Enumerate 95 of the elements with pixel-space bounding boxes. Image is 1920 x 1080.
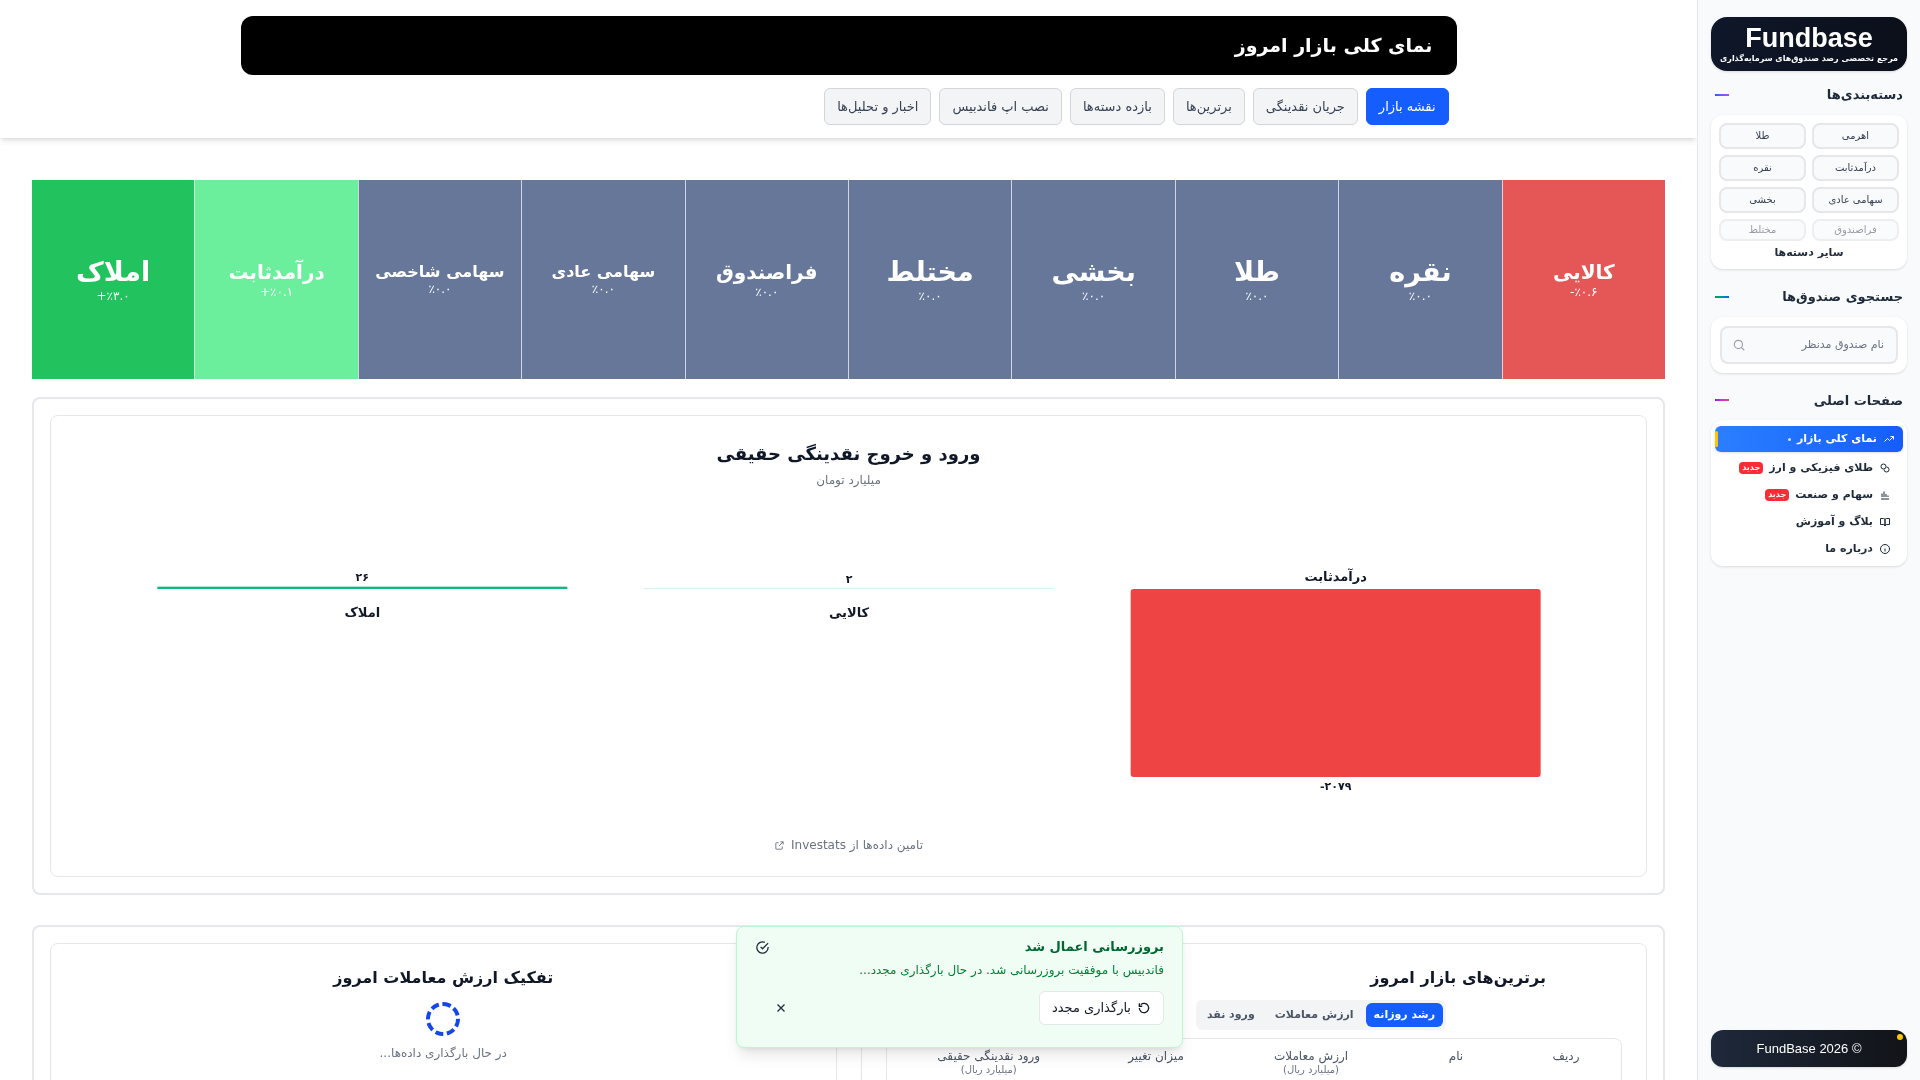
external-link-icon — [774, 839, 786, 851]
column-unit: (میلیارد ریال) — [1283, 1064, 1339, 1077]
column-title: ارزش معاملات — [1273, 1049, 1349, 1064]
tile-name: مختلط — [886, 255, 974, 289]
nav-item[interactable]: طلای فیزیکی و ارز جدید — [1715, 457, 1903, 479]
value-label: -۲۰۷۹ — [1319, 780, 1351, 793]
tile-name: املاک — [76, 255, 151, 289]
tab[interactable]: رشد روزانه — [1365, 1003, 1443, 1027]
loading-spinner-icon — [426, 1002, 461, 1036]
nav-tab[interactable]: بازده دسته‌ها — [1069, 88, 1165, 125]
active-indicator — [1715, 431, 1718, 447]
category-button[interactable]: درآمدثابت — [1812, 154, 1899, 181]
card-title: تفکیک ارزش معاملات امروز — [333, 967, 554, 989]
nav-item[interactable]: درباره ما — [1715, 538, 1903, 560]
coins-icon — [1879, 462, 1891, 474]
tile-name: کالایی — [1552, 259, 1615, 285]
tile-change: ٪۰.۰ — [755, 284, 779, 300]
nav-item[interactable]: بلاگ و آموزش — [1715, 511, 1903, 533]
loading-text: در حال بارگذاری داده‌ها... — [379, 1045, 507, 1062]
market-tile[interactable]: فراصندوق ٪۰.۰ — [684, 180, 848, 379]
reload-icon — [1137, 1000, 1151, 1015]
nav-tab[interactable]: اخبار و تحلیل‌ها — [824, 88, 932, 125]
category-button[interactable]: نقره — [1719, 154, 1806, 181]
toast-title: بروزرسانی اعمال شد — [1023, 938, 1164, 956]
nav-item[interactable]: نمای کلی بازار — [1715, 426, 1903, 452]
tile-change: ٪۰.۰ — [428, 282, 452, 297]
tile-name: درآمدثابت — [228, 259, 325, 285]
market-tile[interactable]: مختلط ٪۰.۰ — [847, 180, 1012, 379]
data-source-link[interactable]: تامین داده‌ها از Investats — [791, 836, 923, 854]
close-icon[interactable] — [775, 1001, 787, 1014]
tile-change: -٪۰.۶ — [1570, 284, 1598, 300]
market-tile[interactable]: نقره ٪۰.۰ — [1338, 180, 1502, 379]
bar-chart-icon — [1879, 489, 1891, 501]
check-circle-icon — [755, 940, 770, 955]
market-tile[interactable]: کالایی -٪۰.۶ — [1501, 180, 1665, 379]
nav-item[interactable]: سهام و صنعت جدید — [1715, 484, 1903, 506]
section-title: جستجوی صندوق‌ها — [1782, 288, 1903, 306]
logo-tagline: مرجع تخصصی رصد صندوق‌های سرمایه‌گذاری — [1719, 53, 1899, 64]
column-header: ردیف — [1551, 1049, 1581, 1065]
tile-change: +٪۰.۱ — [259, 284, 294, 300]
toast-message: فاندبیس با موفقیت بروزرسانی شد. در حال بارگذاری مجدد... — [859, 961, 1164, 979]
tile-name: نقره — [1389, 255, 1452, 289]
category-button[interactable]: اهرمی — [1812, 122, 1899, 149]
value-label: ۲ — [845, 572, 852, 586]
market-tile[interactable]: سهامی عادی ٪۰.۰ — [521, 180, 685, 379]
tab[interactable]: ارزش معاملات — [1266, 1003, 1362, 1027]
column-header: نام — [1447, 1049, 1465, 1065]
nav-tab[interactable]: نصب اپ فاندبیس — [939, 88, 1062, 125]
section-accent — [1715, 399, 1729, 402]
tile-change: ٪۰.۰ — [1082, 288, 1106, 304]
book-icon — [1879, 516, 1891, 528]
tile-name: سهامی شاخصی — [375, 262, 505, 282]
category-button[interactable]: بخشی — [1719, 186, 1806, 213]
market-tile[interactable]: بخشی ٪۰.۰ — [1011, 180, 1175, 379]
tile-name: بخشی — [1051, 255, 1136, 289]
category-label: املاک — [344, 605, 380, 620]
card-title: برترین‌های بازار امروز — [1370, 967, 1546, 989]
market-tile[interactable]: سهامی شاخصی ٪۰.۰ — [357, 180, 522, 379]
search-icon — [1732, 337, 1746, 352]
tile-name: طلا — [1234, 255, 1280, 289]
tile-change: ٪۰.۰ — [1408, 288, 1432, 304]
new-badge: جدید — [1739, 462, 1764, 474]
tab[interactable]: ورود نقد — [1198, 1003, 1263, 1027]
tile-change: +٪۳.۰ — [96, 288, 130, 304]
section-accent — [1715, 93, 1729, 96]
tile-name: سهامی عادی — [551, 262, 656, 282]
value-label: ۲۶ — [355, 570, 369, 584]
section-title: دسته‌بندی‌ها — [1826, 86, 1903, 104]
more-categories-link[interactable]: سایر دسته‌ها — [1774, 244, 1844, 261]
column-unit: (میلیارد ریال) — [960, 1064, 1017, 1077]
nav-tab[interactable]: برترین‌ها — [1172, 88, 1245, 125]
search-field[interactable]: نام صندوق مدنظر — [1720, 325, 1898, 364]
logo-wordmark: Fundbase — [1745, 24, 1873, 52]
column-header: میزان تغییر — [1126, 1049, 1185, 1065]
tile-change: ٪۰.۰ — [918, 288, 942, 304]
info-icon — [1879, 543, 1891, 555]
market-tile[interactable]: طلا ٪۰.۰ — [1174, 180, 1339, 379]
category-label: درآمدثابت — [1303, 569, 1367, 584]
column-title: ورود نقدینگی حقیقی — [937, 1049, 1041, 1064]
category-label: کالایی — [828, 605, 869, 620]
section-accent — [1715, 295, 1729, 298]
nav-tab[interactable]: جریان نقدینگی — [1252, 88, 1358, 125]
tile-change: ٪۰.۰ — [1245, 288, 1269, 304]
tile-change: ٪۰.۰ — [591, 282, 615, 297]
new-badge: جدید — [1765, 489, 1790, 501]
tile-name: فراصندوق — [715, 259, 818, 285]
section-title: صفحات اصلی — [1813, 391, 1903, 410]
chart-subtitle: میلیارد تومان — [816, 472, 881, 489]
category-button[interactable]: سهامی عادی — [1812, 186, 1899, 213]
category-button[interactable]: طلا — [1719, 122, 1806, 149]
nav-tab[interactable]: نقشه بازار — [1365, 88, 1449, 125]
copyright-text: FundBase 2026 © — [1756, 1039, 1862, 1058]
reload-button[interactable]: بارگذاری مجدد — [1038, 990, 1164, 1025]
page-title: نمای کلی بازار امروز — [1234, 33, 1433, 59]
chart-title: ورود و خروج نقدینگی حقیقی — [716, 442, 981, 467]
